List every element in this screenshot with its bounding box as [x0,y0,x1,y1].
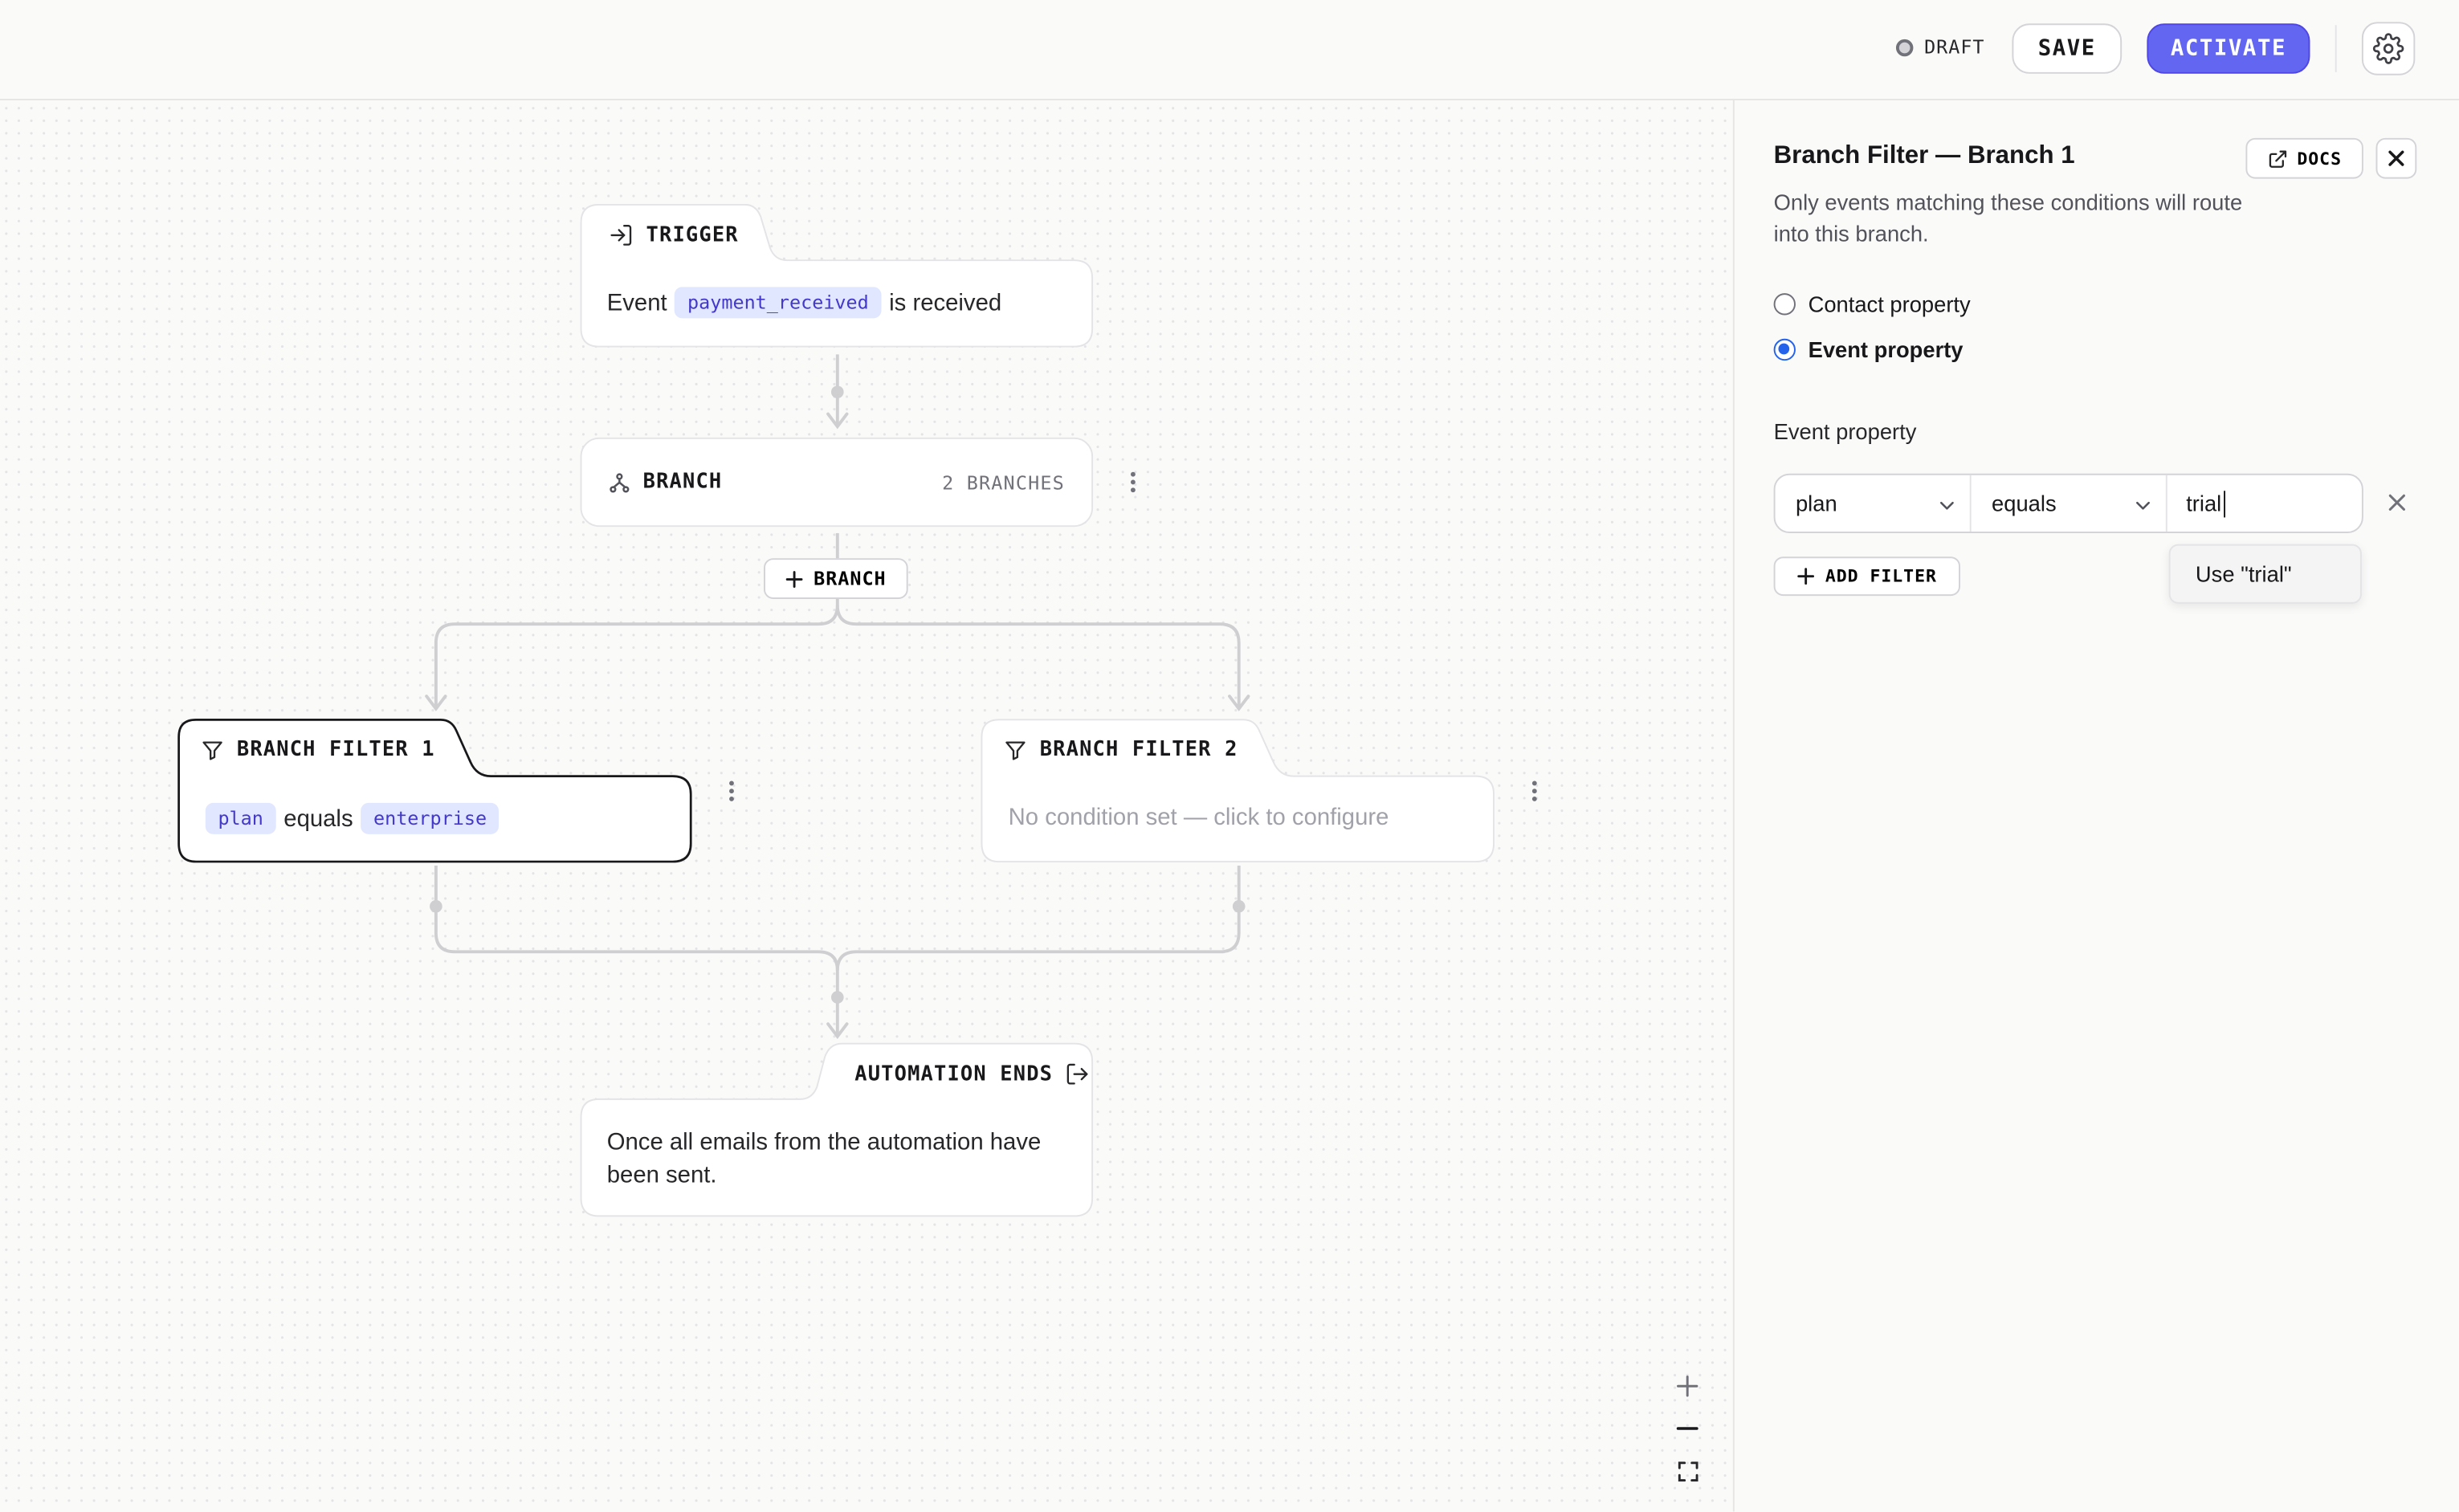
operator-text: equals [283,805,353,832]
radio-event-property-label: Event property [1808,336,1964,363]
remove-filter-button[interactable] [2384,489,2408,514]
status-label: DRAFT [1924,35,1985,59]
zoom-in-button[interactable] [1672,1371,1703,1402]
toolbar-divider [2335,25,2337,72]
branch-filter-2-label: BRANCH FILTER 2 [1039,738,1238,763]
automation-end-label-row: AUTOMATION ENDS [854,1062,1091,1086]
text-cursor [2223,490,2225,517]
chevron-down-icon [2136,501,2150,510]
add-branch-label: BRANCH [814,567,887,590]
status-dot-icon [1895,38,1914,56]
settings-button[interactable] [2361,22,2416,75]
add-filter-button[interactable]: ADD FILTER [1773,556,1960,597]
save-button[interactable]: SAVE [2012,23,2123,74]
enter-icon [610,225,632,246]
close-icon [2388,493,2404,510]
operator-select-value: equals [1992,491,2057,516]
branch-filter-1-menu-button[interactable] [728,780,734,801]
radio-contact-property-label: Contact property [1808,291,1971,317]
radio-event-property[interactable]: Event property [1773,336,1964,363]
fullscreen-icon [1677,1461,1698,1481]
plus-icon [1677,1375,1698,1397]
docs-button[interactable]: DOCS [2245,137,2363,179]
exit-icon [1067,1063,1089,1085]
fit-view-button[interactable] [1672,1455,1703,1486]
branch-filter-1-condition: plan equals enterprise [205,802,500,834]
minus-icon [1676,1427,1698,1430]
chevron-down-icon [1939,501,1954,510]
external-link-icon [2269,149,2286,167]
zoom-out-button[interactable] [1672,1412,1703,1444]
value-chip: enterprise [361,802,500,834]
close-icon [2388,150,2404,166]
trigger-label: TRIGGER [646,223,739,247]
trigger-text-before: Event [606,289,667,316]
event-name-chip: payment_received [675,287,882,319]
radio-contact-property[interactable]: Contact property [1773,291,1971,317]
filter-icon [202,741,222,760]
filter-icon [1005,741,1026,760]
branch-filter-1-label: BRANCH FILTER 1 [236,738,435,763]
operator-select[interactable]: equals [1972,475,2167,532]
activate-button[interactable]: ACTIVATE [2147,23,2310,74]
branch-filter-2-menu-button[interactable] [1531,780,1537,801]
filter-row: plan equals trial [1773,473,2363,533]
value-input[interactable]: trial [2167,475,2362,532]
branch-label-row: BRANCH [609,471,723,494]
automation-end-text: Once all emails from the automation have… [606,1129,1042,1189]
branch-label: BRANCH [642,470,723,495]
add-branch-button[interactable]: BRANCH [764,558,908,599]
plus-icon [785,570,803,587]
branch-filter-1-label-row: BRANCH FILTER 1 [201,739,435,762]
branch-filter-2-label-row: BRANCH FILTER 2 [1004,739,1238,762]
branch-icon [610,472,630,492]
trigger-description: Event payment_received is received [606,287,1002,319]
radio-button[interactable] [1773,293,1796,316]
radio-button-checked[interactable] [1773,338,1796,361]
close-panel-button[interactable] [2375,137,2417,179]
trigger-text-after: is received [889,289,1002,316]
status-badge: DRAFT [1895,35,1985,59]
trigger-label-row: TRIGGER [609,222,739,247]
branch-filter-2-empty-text: No condition set — click to configure [1008,804,1389,831]
value-input-text: trial [2186,491,2222,516]
property-select[interactable]: plan [1776,475,1972,532]
branch-node[interactable]: BRANCH 2 BRANCHES [580,437,1094,528]
branch-menu-button[interactable] [1129,471,1136,493]
add-filter-label: ADD FILTER [1825,565,1937,587]
panel-description: Only events matching these conditions wi… [1773,190,2243,247]
docs-label: DOCS [2297,148,2343,169]
automation-end-label: AUTOMATION ENDS [854,1062,1054,1086]
gear-icon [2372,33,2404,64]
branch-count: 2 BRANCHES [942,471,1065,495]
value-suggestion-option[interactable]: Use "trial" [2168,544,2362,604]
property-chip: plan [205,802,276,834]
panel-title: Branch Filter — Branch 1 [1773,142,2075,169]
event-property-field-label: Event property [1773,418,1917,444]
property-select-value: plan [1795,491,1837,516]
properties-panel: Branch Filter — Branch 1 Only events mat… [1732,100,2459,1512]
plus-icon [1797,568,1814,585]
